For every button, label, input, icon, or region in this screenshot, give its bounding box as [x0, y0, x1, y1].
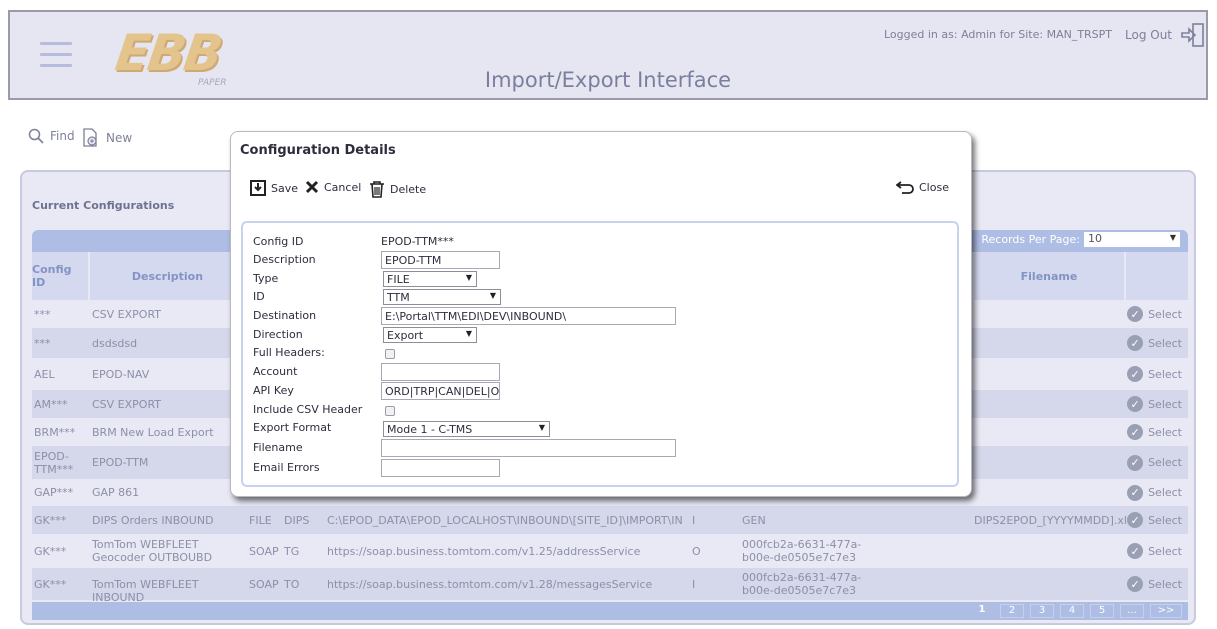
- chevron-down-icon: ▼: [465, 329, 472, 338]
- description-input[interactable]: EPOD-TTM: [381, 251, 500, 269]
- chevron-down-icon: ▼: [538, 423, 545, 432]
- save-icon: [250, 180, 266, 196]
- destination-label: Destination: [253, 309, 317, 322]
- direction-label: Direction: [253, 328, 303, 341]
- close-x-icon: [305, 180, 319, 194]
- delete-label: Delete: [390, 182, 427, 196]
- config-id-label: Config ID: [253, 235, 304, 248]
- chevron-down-icon: ▼: [465, 273, 472, 282]
- close-button[interactable]: Close: [896, 180, 949, 194]
- config-form: Config ID EPOD-TTM*** Description EPOD-T…: [241, 221, 959, 487]
- id-select-value: TTM: [387, 291, 410, 304]
- export-format-label: Export Format: [253, 421, 332, 434]
- save-label: Save: [271, 181, 299, 195]
- save-button[interactable]: Save: [250, 180, 298, 196]
- api-key-label: API Key: [253, 384, 294, 397]
- account-input[interactable]: [381, 363, 500, 381]
- direction-select-value: Export: [387, 329, 424, 342]
- destination-input[interactable]: E:\Portal\TTM\EDI\DEV\INBOUND\: [381, 307, 676, 325]
- include-csv-header-label: Include CSV Header: [253, 403, 363, 416]
- export-format-select[interactable]: Mode 1 - C-TMS ▼: [383, 421, 550, 437]
- type-select[interactable]: FILE ▼: [383, 271, 477, 287]
- full-headers-checkbox[interactable]: [385, 349, 395, 359]
- account-label: Account: [253, 365, 298, 378]
- configuration-details-dialog: Configuration Details Save Cancel Delete…: [230, 131, 972, 497]
- config-id-value: EPOD-TTM***: [381, 235, 454, 248]
- id-select[interactable]: TTM ▼: [383, 289, 501, 305]
- filename-label: Filename: [253, 441, 303, 454]
- email-errors-input[interactable]: [381, 459, 500, 477]
- delete-button[interactable]: Delete: [369, 180, 426, 198]
- export-format-select-value: Mode 1 - C-TMS: [387, 423, 473, 436]
- description-label: Description: [253, 253, 316, 266]
- type-select-value: FILE: [387, 273, 410, 286]
- id-label: ID: [253, 290, 265, 303]
- cancel-label: Cancel: [324, 180, 362, 194]
- api-key-input[interactable]: ORD|TRP|CAN|DEL|O: [381, 382, 500, 400]
- full-headers-label: Full Headers:: [253, 346, 325, 359]
- undo-arrow-icon: [896, 181, 914, 194]
- direction-select[interactable]: Export ▼: [383, 327, 477, 343]
- dialog-title: Configuration Details: [240, 143, 396, 158]
- filename-input[interactable]: [381, 439, 676, 457]
- trash-icon: [370, 181, 384, 198]
- cancel-button[interactable]: Cancel: [305, 180, 361, 194]
- close-label: Close: [919, 180, 949, 194]
- type-label: Type: [253, 272, 279, 285]
- include-csv-header-checkbox[interactable]: [385, 406, 395, 416]
- email-errors-label: Email Errors: [253, 461, 320, 474]
- chevron-down-icon: ▼: [489, 291, 496, 300]
